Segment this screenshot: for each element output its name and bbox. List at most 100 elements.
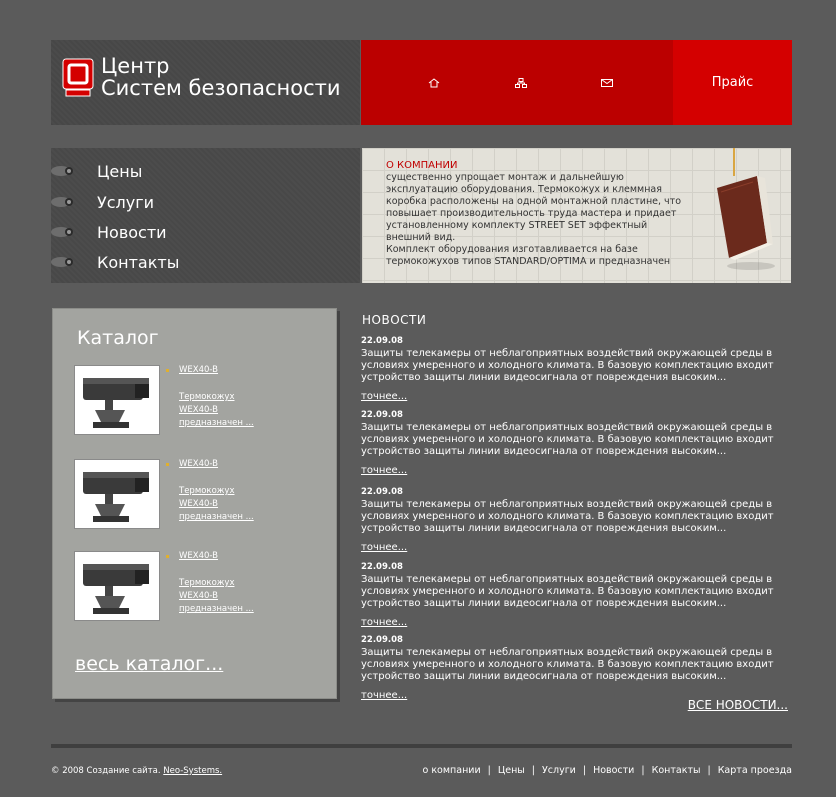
about-line: повышает производительность труда мастер…	[386, 208, 677, 219]
desc-line: Термокожух	[179, 486, 235, 496]
footer-separator: |	[531, 765, 535, 776]
about-line: существенно упрощает монтаж и дальнейшую	[386, 172, 624, 183]
main-menu: Цены Услуги Новости Контакты	[51, 148, 360, 283]
news-line: устройство защиты линии видеосигнала от …	[361, 446, 727, 457]
logo-line1: Центр	[101, 54, 170, 78]
news-line: условиях умеренного и холодного климата.…	[361, 360, 774, 371]
camera-icon	[51, 227, 73, 237]
news-more-link[interactable]: точнее...	[361, 690, 407, 702]
desc-line: WEX40-B	[179, 405, 219, 415]
logo-block[interactable]: Центр Систем безопасности	[51, 40, 360, 125]
bullet-icon	[166, 463, 169, 466]
product-thumbnail[interactable]	[74, 365, 160, 435]
about-panel: О КОМПАНИИ существенно упрощает монтаж и…	[362, 148, 791, 283]
footer-link-about[interactable]: о компании	[422, 765, 480, 776]
catalog-item: WEX40-B Термокожух WEX40-B предназначен …	[74, 459, 314, 529]
footer-link-contacts[interactable]: Контакты	[652, 765, 701, 776]
product-link[interactable]: WEX40-B	[179, 459, 218, 469]
news-text: Защиты телекамеры от неблагоприятных воз…	[361, 647, 781, 683]
menu-label: Новости	[97, 222, 167, 242]
news-line: условиях умеренного и холодного климата.…	[361, 434, 774, 445]
bullet-icon	[166, 555, 169, 558]
about-line: Комплект оборудования изготавливается на…	[386, 244, 638, 255]
news-text: Защиты телекамеры от неблагоприятных воз…	[361, 499, 781, 535]
copyright-text: © 2008 Создание сайта.	[51, 766, 161, 776]
news-date: 22.09.08	[361, 336, 403, 346]
news-text: Защиты телекамеры от неблагоприятных воз…	[361, 348, 781, 384]
menu-item-news[interactable]: Новости	[51, 219, 351, 245]
menu-label: Услуги	[97, 192, 155, 212]
news-text: Защиты телекамеры от неблагоприятных воз…	[361, 574, 781, 610]
about-line: термокожухов типов STANDARD/OPTIMA и пре…	[386, 256, 671, 267]
news-text: Защиты телекамеры от неблагоприятных воз…	[361, 422, 781, 458]
footer-link-news[interactable]: Новости	[593, 765, 634, 776]
logo-line2: Систем безопасности	[101, 76, 341, 100]
sitemap-icon[interactable]	[515, 78, 527, 88]
camera-image	[83, 564, 149, 614]
footer-link-map[interactable]: Карта проезда	[718, 765, 792, 776]
about-line: эксплуатацию оборудования. Термокожух и …	[386, 184, 662, 195]
price-button[interactable]: Прайс	[673, 40, 792, 125]
catalog-item: WEX40-B Термокожух WEX40-B предназначен …	[74, 551, 314, 621]
footer-separator: |	[641, 765, 645, 776]
product-description[interactable]: Термокожух WEX40-B предназначен ...	[179, 391, 269, 430]
news-line: устройство защиты линии видеосигнала от …	[361, 671, 727, 682]
desc-line: предназначен ...	[179, 604, 254, 614]
news-line: условиях умеренного и холодного климата.…	[361, 586, 774, 597]
about-line: установленному комплекту STREET SET эффе…	[386, 220, 648, 231]
news-title: НОВОСТИ	[362, 313, 427, 327]
desc-line: WEX40-B	[179, 591, 219, 601]
home-icon[interactable]	[428, 78, 440, 88]
desc-line: предназначен ...	[179, 512, 254, 522]
camera-image	[83, 378, 149, 428]
product-description[interactable]: Термокожух WEX40-B предназначен ...	[179, 577, 269, 616]
product-description[interactable]: Термокожух WEX40-B предназначен ...	[179, 485, 269, 524]
camera-icon	[51, 257, 73, 267]
news-item: 22.09.08 Защиты телекамеры от неблагопри…	[361, 561, 781, 629]
menu-label: Цены	[97, 161, 143, 181]
product-thumbnail[interactable]	[74, 459, 160, 529]
mail-icon[interactable]	[601, 78, 613, 88]
footer-link-prices[interactable]: Цены	[498, 765, 525, 776]
news-item: 22.09.08 Защиты телекамеры от неблагопри…	[361, 409, 781, 477]
camera-image	[83, 472, 149, 522]
news-line: условиях умеренного и холодного климата.…	[361, 659, 774, 670]
news-line: устройство защиты линии видеосигнала от …	[361, 372, 727, 383]
bullet-icon	[166, 369, 169, 372]
news-line: Защиты телекамеры от неблагоприятных воз…	[361, 348, 773, 359]
catalog-all-link[interactable]: весь каталог...	[75, 653, 223, 675]
about-text: существенно упрощает монтаж и дальнейшую…	[386, 172, 686, 268]
news-line: устройство защиты линии видеосигнала от …	[361, 523, 727, 534]
news-line: Защиты телекамеры от неблагоприятных воз…	[361, 574, 773, 585]
news-more-link[interactable]: точнее...	[361, 465, 407, 477]
product-thumbnail[interactable]	[74, 551, 160, 621]
desc-line: предназначен ...	[179, 418, 254, 428]
news-line: Защиты телекамеры от неблагоприятных воз…	[361, 422, 773, 433]
about-line: внешний вид.	[386, 232, 456, 243]
camera-icon	[51, 166, 73, 176]
footer-link-services[interactable]: Услуги	[542, 765, 576, 776]
news-date: 22.09.08	[361, 635, 403, 645]
menu-item-contacts[interactable]: Контакты	[51, 249, 351, 275]
news-more-link[interactable]: точнее...	[361, 617, 407, 629]
news-item: 22.09.08 Защиты телекамеры от неблагопри…	[361, 634, 781, 702]
news-more-link[interactable]: точнее...	[361, 391, 407, 403]
news-date: 22.09.08	[361, 487, 403, 497]
product-link[interactable]: WEX40-B	[179, 551, 218, 561]
footer-divider	[51, 744, 792, 748]
about-line: коробка расположены на одной монтажной п…	[386, 196, 682, 207]
desc-line: Термокожух	[179, 578, 235, 588]
news-line: Защиты телекамеры от неблагоприятных воз…	[361, 499, 773, 510]
news-more-link[interactable]: точнее...	[361, 542, 407, 554]
news-item: 22.09.08 Защиты телекамеры от неблагопри…	[361, 486, 781, 554]
menu-item-prices[interactable]: Цены	[51, 158, 351, 184]
copyright: © 2008 Создание сайта. Neo-Systems.	[51, 766, 222, 776]
menu-item-services[interactable]: Услуги	[51, 189, 351, 215]
news-all-link[interactable]: ВСЕ НОВОСТИ...	[688, 698, 788, 712]
product-link[interactable]: WEX40-B	[179, 365, 218, 375]
footer-separator: |	[707, 765, 711, 776]
developer-link[interactable]: Neo-Systems.	[163, 766, 222, 776]
news-date: 22.09.08	[361, 410, 403, 420]
news-line: устройство защиты линии видеосигнала от …	[361, 598, 727, 609]
logo-icon	[62, 58, 94, 97]
